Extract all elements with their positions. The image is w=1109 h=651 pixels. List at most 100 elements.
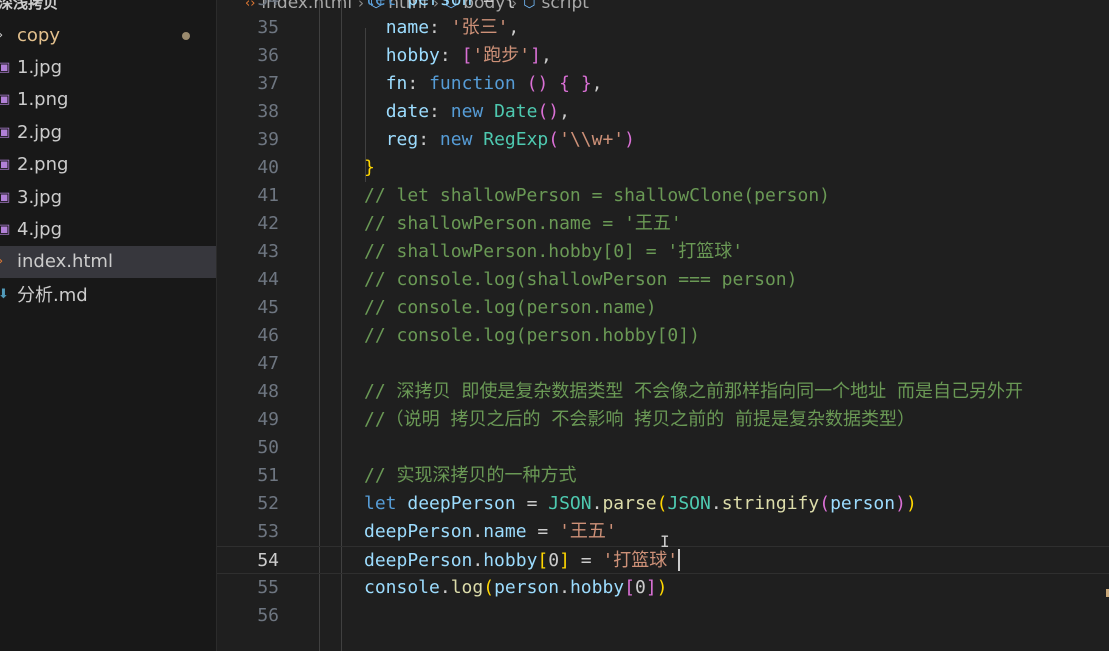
code-text: let person = { — [364, 0, 516, 14]
code-area[interactable]: 34let person = {35 name: '张三',36 hobby: … — [217, 0, 1109, 651]
code-line[interactable]: 37 fn: function () { }, — [217, 70, 1109, 98]
code-token: ) — [624, 129, 635, 150]
code-text: reg: new RegExp('\\w+') — [364, 126, 635, 154]
code-line[interactable]: 56 — [217, 602, 1109, 630]
code-text: // let shallowPerson = shallowClone(pers… — [364, 182, 830, 210]
code-line[interactable]: 49 //（说明 拷贝之后的 不会影响 拷贝之前的 前提是复杂数据类型） — [217, 406, 1109, 434]
code-token: hobby — [569, 577, 625, 598]
code-token: person — [494, 577, 560, 598]
code-token: function — [429, 73, 516, 94]
code-text: let deepPerson = JSON.parse(JSON.stringi… — [364, 490, 917, 518]
image-file-icon: ▣ — [0, 122, 14, 142]
code-line[interactable]: 55 console.log(person.hobby[0]) — [217, 574, 1109, 602]
explorer-file-item[interactable]: ›index.html — [0, 245, 216, 278]
code-line[interactable]: 35 name: '张三', — [217, 14, 1109, 42]
code-line[interactable]: 41 // let shallowPerson = shallowClone(pe… — [217, 182, 1109, 210]
line-number: 54 — [257, 550, 279, 571]
explorer-file-item[interactable]: ▣4.jpg — [0, 213, 216, 245]
code-token: new — [439, 129, 473, 150]
code-token: [ — [537, 550, 549, 571]
code-token: ( — [656, 493, 668, 514]
code-line[interactable]: 52 let deepPerson = JSON.parse(JSON.strin… — [217, 490, 1109, 518]
code-token: . — [472, 550, 484, 571]
code-line[interactable]: 47 — [217, 350, 1109, 378]
explorer-item-label: 1.png — [17, 89, 69, 111]
code-token: let — [364, 0, 397, 10]
modified-dot-icon — [182, 32, 190, 40]
code-token: fn — [385, 73, 408, 94]
explorer-item-label: index.html — [17, 251, 113, 273]
code-editor[interactable]: ‹›index.html›⬡html›⬡body›⬡script 34let p… — [217, 0, 1109, 651]
line-number: 55 — [257, 577, 279, 598]
code-token: : — [407, 73, 430, 94]
chevron-right-icon: › — [0, 25, 14, 45]
code-token: new — [450, 101, 484, 122]
code-line[interactable]: 50 — [217, 434, 1109, 462]
code-token: ( — [819, 493, 831, 514]
explorer-folder-item[interactable]: ›copy — [0, 19, 216, 51]
code-token: '跑步' — [472, 45, 531, 66]
line-number: 47 — [257, 353, 279, 374]
code-token: , — [591, 73, 603, 94]
code-line[interactable]: 42 // shallowPerson.name = '王五' — [217, 210, 1109, 238]
code-text: name: '张三', — [364, 14, 520, 42]
code-token: '\\w+' — [559, 129, 625, 150]
code-line[interactable]: 39 reg: new RegExp('\\w+') — [217, 126, 1109, 154]
explorer-file-item[interactable]: ▣2.png — [0, 149, 216, 181]
code-token: date — [385, 101, 430, 122]
code-text: // 深拷贝 即使是复杂数据类型 不会像之前那样指向同一个地址 而是自己另外开 — [364, 378, 1023, 406]
code-line[interactable]: 48 // 深拷贝 即使是复杂数据类型 不会像之前那样指向同一个地址 而是自己另外… — [217, 378, 1109, 406]
code-token: } — [364, 157, 375, 178]
code-line[interactable]: 46 // console.log(person.hobby[0]) — [217, 322, 1109, 350]
explorer-item-label: 2.jpg — [17, 121, 63, 143]
code-line[interactable]: 44 // console.log(shallowPerson === perso… — [217, 266, 1109, 294]
text-cursor — [678, 549, 680, 571]
code-token: // console.log(person.hobby[0]) — [364, 325, 700, 346]
code-token: ] — [559, 550, 570, 571]
image-file-icon: ▣ — [0, 219, 14, 239]
code-text: deepPerson.name = '王五' — [364, 518, 617, 546]
code-token: hobby — [483, 550, 538, 571]
code-text: } — [364, 154, 375, 182]
explorer-file-item[interactable]: ⬇分析.md — [0, 278, 216, 310]
code-token: . — [591, 493, 603, 514]
code-line[interactable]: 45 // console.log(person.name) — [217, 294, 1109, 322]
line-number: 45 — [257, 297, 279, 318]
line-number: 51 — [257, 465, 279, 486]
code-text: // console.log(shallowPerson === person) — [364, 266, 797, 294]
line-number: 41 — [257, 185, 279, 206]
explorer-file-item[interactable]: ▣3.jpg — [0, 181, 216, 213]
code-line[interactable]: 51 // 实现深拷贝的一种方式 — [217, 462, 1109, 490]
code-line[interactable]: 40} — [217, 154, 1109, 182]
code-token: // shallowPerson.hobby[0] = '打篮球' — [364, 241, 744, 262]
code-line[interactable]: 43 // shallowPerson.hobby[0] = '打篮球' — [217, 238, 1109, 266]
html-file-icon: › — [0, 252, 14, 272]
explorer-folder-title[interactable]: 深浅拷贝 — [0, 0, 58, 13]
line-number: 50 — [257, 437, 279, 458]
line-number: 53 — [257, 521, 279, 542]
line-number: 35 — [257, 17, 279, 38]
code-token: person — [830, 493, 896, 514]
code-line[interactable]: 38 date: new Date(), — [217, 98, 1109, 126]
code-text: fn: function () { }, — [364, 70, 603, 98]
code-line[interactable]: 36 hobby: ['跑步'], — [217, 42, 1109, 70]
code-token: { — [559, 73, 570, 94]
image-file-icon: ▣ — [0, 90, 14, 110]
code-token: = { — [472, 0, 516, 10]
explorer-item-label: copy — [17, 24, 60, 46]
code-text: console.log(person.hobby[0]) — [364, 574, 668, 602]
explorer-file-item[interactable]: ▣2.jpg — [0, 116, 216, 148]
mouse-ibeam-icon: 𝙸 — [660, 532, 670, 551]
code-token: , — [559, 101, 570, 122]
explorer-item-label: 2.png — [17, 154, 69, 176]
code-line[interactable]: 34 let person = { — [217, 0, 1109, 14]
explorer-file-item[interactable]: ▣1.png — [0, 84, 216, 116]
explorer-file-item[interactable]: ▣1.jpg — [0, 51, 216, 83]
code-token: () — [537, 101, 560, 122]
line-number: 43 — [257, 241, 279, 262]
